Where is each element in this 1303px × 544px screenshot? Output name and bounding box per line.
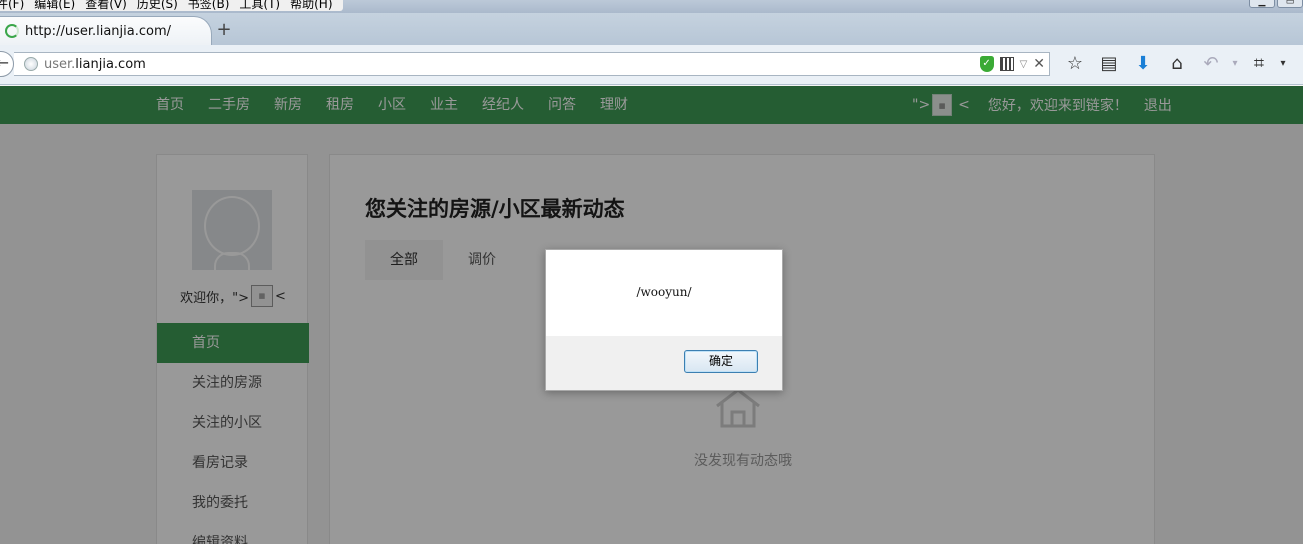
dialog-message: /wooyun/ — [636, 285, 692, 299]
undo-dropdown-icon[interactable]: ▾ — [1228, 53, 1242, 75]
toolbar-icons: ☆ ▤ ⬇ ⌂ ↶ ▾ ⌗ ▾ — [1058, 53, 1290, 75]
menu-list: 件(F) 编辑(E) 查看(V) 历史(S) 书签(B) 工具(T) 帮助(H) — [0, 0, 343, 11]
back-button[interactable]: ← — [0, 51, 14, 77]
dialog-message-area: /wooyun/ — [546, 250, 782, 336]
ok-button[interactable]: 确定 — [684, 350, 758, 373]
new-tab-button[interactable]: + — [214, 19, 234, 41]
menu-history[interactable]: 历史(S) — [135, 0, 180, 11]
loading-spinner-icon — [5, 24, 19, 38]
alert-dialog: /wooyun/ 确定 — [545, 249, 783, 391]
window-controls: ▁ ▭ — [1249, 0, 1303, 8]
minimize-icon[interactable]: ▁ — [1249, 0, 1275, 8]
tab-strip: http://user.lianjia.com/ + — [0, 13, 1303, 45]
maximize-icon[interactable]: ▭ — [1277, 0, 1303, 8]
url-text: user.lianjia.com — [44, 56, 146, 72]
tab-title: http://user.lianjia.com/ — [25, 23, 172, 39]
address-bar[interactable]: user.lianjia.com ✓ ▽ ✕ — [14, 52, 1050, 76]
menu-edit[interactable]: 编辑(E) — [32, 0, 77, 11]
menu-help[interactable]: 帮助(H) — [288, 0, 334, 11]
reading-list-icon[interactable]: ▤ — [1092, 53, 1126, 75]
close-icon[interactable]: ✕ — [1033, 56, 1045, 72]
dropdown-arrow-icon[interactable]: ▽ — [1020, 59, 1028, 70]
star-icon[interactable]: ☆ — [1058, 53, 1092, 75]
globe-icon — [24, 57, 38, 71]
menu-tools[interactable]: 工具(T) — [237, 0, 282, 11]
menu-bookmarks[interactable]: 书签(B) — [186, 0, 232, 11]
download-icon[interactable]: ⬇ — [1126, 53, 1160, 75]
menu-bar: 件(F) 编辑(E) 查看(V) 历史(S) 书签(B) 工具(T) 帮助(H)… — [0, 0, 1303, 13]
address-bar-tools: ✓ ▽ ✕ — [979, 56, 1045, 72]
shield-icon[interactable]: ✓ — [979, 56, 994, 72]
navigation-toolbar: ← user.lianjia.com ✓ ▽ ✕ ☆ ▤ ⬇ ⌂ ↶ ▾ ⌗ ▾ — [0, 45, 1303, 85]
home-icon[interactable]: ⌂ — [1160, 53, 1194, 75]
qr-code-icon[interactable] — [999, 57, 1014, 71]
browser-tab[interactable]: http://user.lianjia.com/ — [0, 16, 212, 45]
undo-icon[interactable]: ↶ — [1194, 53, 1228, 75]
menu-view[interactable]: 查看(V) — [83, 0, 129, 11]
crop-icon[interactable]: ⌗ — [1242, 53, 1276, 75]
menu-arrow-icon[interactable]: ▾ — [1276, 53, 1290, 75]
menu-file[interactable]: 件(F) — [0, 0, 26, 11]
